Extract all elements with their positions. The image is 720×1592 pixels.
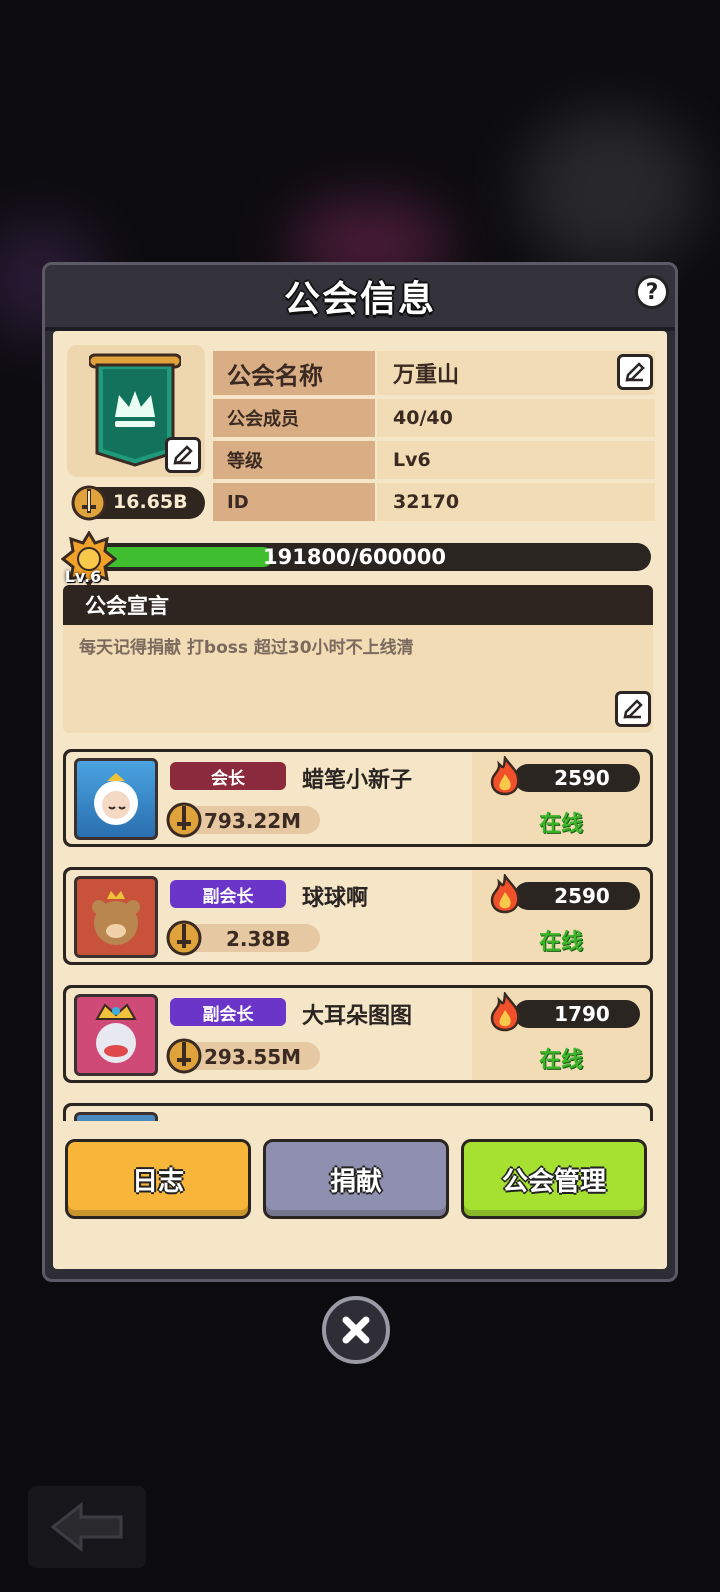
guild-info-panel: 公会信息 ? 16.65B 公会名称 万重山 公会成员 40/40 等级 Lv6… — [42, 262, 678, 1282]
member-power-pill: 2.38B — [166, 920, 320, 956]
declaration-text: 每天记得捐献 打boss 超过30小时不上线清 — [79, 638, 414, 658]
info-row-members: 公会成员 40/40 — [213, 399, 655, 437]
activity-pill: 2590 — [514, 882, 640, 910]
member-power-pill: 293.55M — [166, 1038, 320, 1074]
role-badge: 会长 — [170, 762, 286, 790]
level-badge-text: Lv.6 — [64, 567, 102, 586]
member-row[interactable]: 副会长 大耳朵图图 293.55M 1790 在线 — [63, 985, 653, 1083]
guild-xp-bar: 191800/600000 — [93, 543, 651, 571]
edit-declaration-button[interactable] — [615, 691, 651, 727]
info-row-level: 等级 Lv6 — [213, 441, 655, 479]
action-button-row: 日志 捐献 公会管理 — [65, 1139, 655, 1223]
guild-manage-button[interactable]: 公会管理 — [461, 1139, 647, 1219]
activity-pill: 1790 — [514, 1000, 640, 1028]
declaration-body: 每天记得捐献 打boss 超过30小时不上线清 — [63, 625, 653, 733]
back-arrow-icon — [50, 1501, 123, 1553]
member-name: 蜡笔小新子 — [302, 768, 413, 793]
member-list[interactable]: 会长 蜡笔小新子 793.22M 2590 在线 副会长 球球啊 2.38B 2… — [63, 749, 653, 1121]
sword-icon — [71, 485, 107, 521]
sword-icon — [166, 802, 202, 838]
avatar — [74, 758, 158, 840]
flame-icon — [490, 992, 520, 1032]
panel-content: 16.65B 公会名称 万重山 公会成员 40/40 等级 Lv6 ID 321… — [53, 331, 667, 1269]
edit-icon — [173, 445, 193, 465]
guild-power-value: 16.65B — [113, 491, 188, 513]
role-badge: 副会长 — [170, 880, 286, 908]
avatar-image — [94, 773, 138, 825]
avatar-image — [95, 1003, 137, 1063]
help-button[interactable]: ? — [635, 275, 669, 309]
guild-level-value: Lv6 — [377, 441, 655, 479]
info-label: 等级 — [213, 441, 375, 479]
info-row-id: ID 32170 — [213, 483, 655, 521]
member-name: 球球啊 — [302, 886, 369, 911]
member-card: 副会长 大耳朵图图 293.55M 1790 在线 — [66, 988, 650, 1080]
help-icon: ? — [645, 279, 659, 305]
flame-icon — [490, 874, 520, 914]
back-button[interactable] — [28, 1486, 146, 1568]
guild-members-value: 40/40 — [377, 399, 655, 437]
sword-icon — [166, 1038, 202, 1074]
member-status: 在线 — [538, 1048, 583, 1073]
member-activity-panel: 2590 在线 — [472, 870, 650, 962]
guild-xp-fill — [97, 547, 273, 567]
panel-title: 公会信息 — [283, 279, 436, 320]
member-card: 会长 蜡笔小新子 793.22M 2590 在线 — [66, 752, 650, 844]
background-blob — [520, 110, 700, 270]
member-power-pill: 793.22M — [166, 802, 320, 838]
guild-id-value: 32170 — [377, 483, 655, 521]
info-label: 公会名称 — [213, 351, 375, 395]
flame-icon — [490, 756, 520, 796]
role-badge: 副会长 — [170, 998, 286, 1026]
declaration-heading: 公会宣言 — [63, 585, 653, 625]
member-row-partial[interactable] — [63, 1103, 653, 1121]
member-activity-panel: 1790 在线 — [472, 988, 650, 1080]
avatar — [74, 994, 158, 1076]
member-status: 在线 — [538, 812, 583, 837]
avatar — [74, 1112, 158, 1121]
panel-title-bar: 公会信息 ? — [45, 265, 675, 331]
sword-icon — [166, 920, 202, 956]
guild-emblem-box — [67, 345, 205, 477]
guild-power-pill: 16.65B — [71, 485, 205, 521]
log-button[interactable]: 日志 — [65, 1139, 251, 1219]
member-name: 大耳朵图图 — [302, 1004, 413, 1029]
edit-emblem-button[interactable] — [165, 437, 201, 473]
member-row[interactable]: 副会长 球球啊 2.38B 2590 在线 — [63, 867, 653, 965]
edit-icon — [623, 699, 643, 719]
avatar-image — [92, 891, 140, 945]
member-card — [66, 1106, 650, 1121]
member-power-value: 293.55M — [204, 1045, 302, 1069]
edit-name-button[interactable] — [617, 354, 653, 390]
close-button[interactable] — [322, 1296, 390, 1364]
edit-icon — [625, 362, 645, 382]
guild-name-value: 万重山 — [377, 351, 655, 395]
member-card: 副会长 球球啊 2.38B 2590 在线 — [66, 870, 650, 962]
member-row[interactable]: 会长 蜡笔小新子 793.22M 2590 在线 — [63, 749, 653, 847]
avatar — [74, 876, 158, 958]
activity-pill: 2590 — [514, 764, 640, 792]
close-icon — [342, 1316, 370, 1344]
info-label: ID — [213, 483, 375, 521]
member-power-value: 793.22M — [204, 809, 302, 833]
member-activity-panel: 2590 在线 — [472, 752, 650, 844]
info-row-name: 公会名称 万重山 — [213, 351, 655, 395]
member-status: 在线 — [538, 930, 583, 955]
guild-xp-text: 191800/600000 — [263, 545, 447, 569]
donate-button[interactable]: 捐献 — [263, 1139, 449, 1219]
member-power-value: 2.38B — [226, 927, 291, 951]
info-label: 公会成员 — [213, 399, 375, 437]
guild-info-table: 公会名称 万重山 公会成员 40/40 等级 Lv6 ID 32170 — [213, 351, 655, 525]
